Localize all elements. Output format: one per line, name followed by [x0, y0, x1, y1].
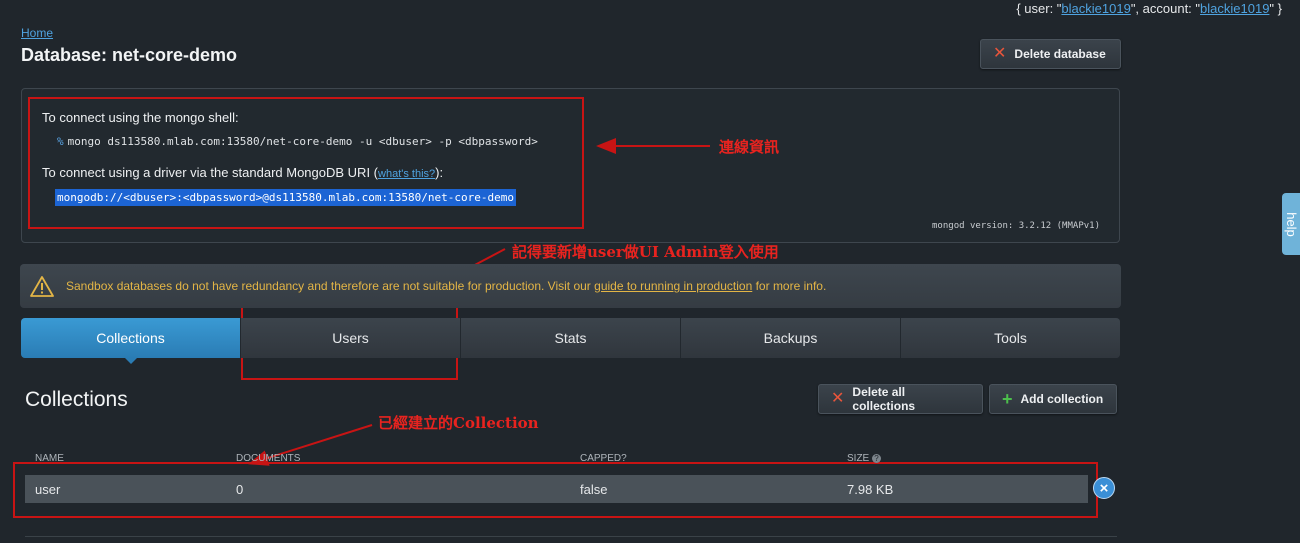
tab-collections[interactable]: Collections — [21, 318, 240, 358]
divider — [25, 536, 1117, 537]
cell-capped: false — [580, 482, 608, 497]
annotation-collection-note: 已經建立的Collection — [378, 414, 539, 432]
database-tabs: Collections Users Stats Backups Tools — [21, 318, 1120, 358]
warning-text-before: Sandbox databases do not have redundancy… — [66, 279, 595, 293]
column-header-capped[interactable]: CAPPED? — [580, 453, 627, 464]
help-circle-icon[interactable]: ? — [872, 453, 882, 463]
column-header-size-label: SIZE — [847, 453, 870, 464]
sandbox-warning: Sandbox databases do not have redundancy… — [20, 264, 1121, 308]
add-collection-button[interactable]: + Add collection — [989, 384, 1117, 414]
collections-title: Collections — [25, 388, 128, 411]
tab-tools[interactable]: Tools — [900, 318, 1120, 358]
cell-name[interactable]: user — [35, 482, 60, 497]
table-row[interactable] — [25, 475, 1088, 503]
column-header-name[interactable]: NAME — [35, 453, 64, 464]
remove-collection-icon[interactable]: × — [1093, 477, 1115, 499]
warning-triangle-icon — [30, 275, 54, 297]
tab-stats[interactable]: Stats — [460, 318, 680, 358]
active-tab-caret — [124, 357, 138, 364]
help-tab-label: help — [1283, 211, 1299, 237]
delete-all-collections-button[interactable]: ✕ Delete all collections — [818, 384, 983, 414]
cell-size: 7.98 KB — [847, 482, 894, 497]
warning-text-after: for more info. — [752, 279, 827, 293]
add-collection-label: Add collection — [1020, 392, 1104, 406]
column-header-size[interactable]: SIZE ? — [847, 453, 882, 464]
warning-text: Sandbox databases do not have redundancy… — [66, 279, 826, 293]
column-header-documents[interactable]: DOCUMENTS — [236, 453, 300, 464]
production-guide-link[interactable]: guide to running in production — [594, 279, 752, 293]
delete-all-label: Delete all collections — [852, 385, 916, 413]
tab-users[interactable]: Users — [240, 318, 460, 358]
close-icon: ✕ — [831, 390, 845, 407]
help-tab[interactable]: help — [1282, 193, 1300, 255]
annotation-users-note: 記得要新增user做UI Admin登入使用 — [512, 243, 779, 261]
annotation-connection-info: 連線資訊 — [719, 138, 780, 156]
plus-icon: + — [1002, 389, 1013, 409]
cell-documents: 0 — [236, 482, 244, 497]
tab-backups[interactable]: Backups — [680, 318, 900, 358]
